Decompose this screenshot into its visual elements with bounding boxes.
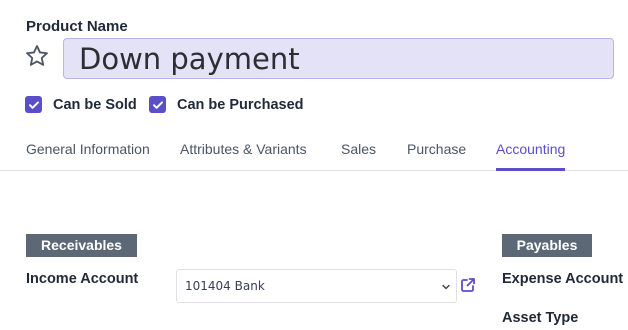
can-be-sold-label: Can be Sold xyxy=(53,96,137,113)
can-be-sold-checkbox[interactable]: Can be Sold xyxy=(25,96,137,113)
tab-sales[interactable]: Sales xyxy=(341,141,376,157)
income-account-label: Income Account xyxy=(26,271,139,287)
payables-header: Payables xyxy=(502,234,592,257)
external-link-icon[interactable] xyxy=(460,277,476,293)
star-icon[interactable] xyxy=(24,43,50,69)
can-be-purchased-label: Can be Purchased xyxy=(177,96,304,113)
can-be-purchased-checkbox[interactable]: Can be Purchased xyxy=(149,96,304,113)
tab-purchase[interactable]: Purchase xyxy=(407,141,466,157)
tab-attributes-variants[interactable]: Attributes & Variants xyxy=(180,141,307,157)
tab-general-information[interactable]: General Information xyxy=(26,141,150,157)
chevron-down-icon xyxy=(442,284,450,290)
income-account-select[interactable]: 101404 Bank xyxy=(176,269,457,303)
check-icon xyxy=(25,96,42,113)
receivables-header: Receivables xyxy=(26,234,137,257)
product-name-label: Product Name xyxy=(26,18,128,35)
product-name-input[interactable] xyxy=(63,38,614,79)
expense-account-label: Expense Account xyxy=(502,271,624,287)
asset-type-label: Asset Type xyxy=(502,310,579,326)
form-tabs: General Information Attributes & Variant… xyxy=(0,130,628,171)
check-icon xyxy=(149,96,166,113)
income-account-value: 101404 Bank xyxy=(185,279,265,293)
active-tab-indicator xyxy=(496,168,565,171)
tab-accounting[interactable]: Accounting xyxy=(496,141,565,157)
